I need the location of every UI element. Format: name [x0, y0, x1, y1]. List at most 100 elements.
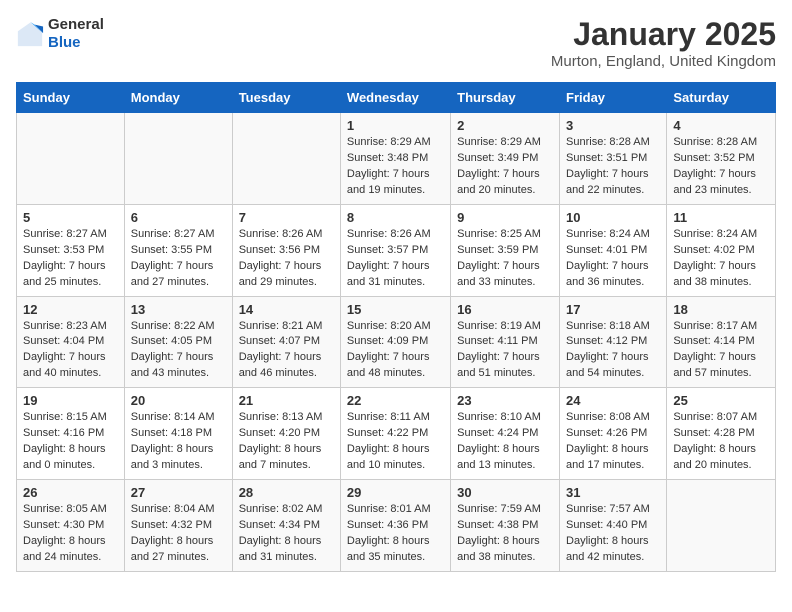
day-cell: 28 Sunrise: 8:02 AM Sunset: 4:34 PM Dayli… — [232, 480, 340, 572]
day-cell — [124, 113, 232, 205]
day-content: Sunrise: 8:14 AM Sunset: 4:18 PM Dayligh… — [131, 410, 226, 474]
day-cell: 24 Sunrise: 8:08 AM Sunset: 4:26 PM Dayli… — [560, 388, 667, 480]
day-cell: 11Sunrise: 8:24 AM Sunset: 4:02 PM Dayli… — [667, 204, 776, 296]
header-row: SundayMondayTuesdayWednesdayThursdayFrid… — [17, 83, 776, 113]
day-number: 18 — [673, 302, 769, 317]
header-friday: Friday — [560, 83, 667, 113]
day-cell: 30Sunrise: 7:59 AM Sunset: 4:38 PM Dayli… — [451, 480, 560, 572]
day-cell: 29Sunrise: 8:01 AM Sunset: 4:36 PM Dayli… — [340, 480, 450, 572]
day-cell: 14 Sunrise: 8:21 AM Sunset: 4:07 PM Dayli… — [232, 296, 340, 388]
day-number: 29 — [347, 485, 444, 500]
day-number: 4 — [673, 118, 769, 133]
day-number: 24 — [566, 393, 660, 408]
day-cell: 9 Sunrise: 8:25 AM Sunset: 3:59 PM Daylig… — [451, 204, 560, 296]
day-number: 22 — [347, 393, 444, 408]
calendar-header: SundayMondayTuesdayWednesdayThursdayFrid… — [17, 83, 776, 113]
day-number: 2 — [457, 118, 553, 133]
logo-general: General — [48, 16, 104, 33]
day-content: Sunrise: 8:11 AM Sunset: 4:22 PM Dayligh… — [347, 410, 444, 474]
day-content: Sunrise: 8:18 AM Sunset: 4:12 PM Dayligh… — [566, 319, 660, 383]
header-wednesday: Wednesday — [340, 83, 450, 113]
day-number: 28 — [239, 485, 334, 500]
day-content: Sunrise: 8:27 AM Sunset: 3:55 PM Dayligh… — [131, 227, 226, 291]
day-content: Sunrise: 8:17 AM Sunset: 4:14 PM Dayligh… — [673, 319, 769, 383]
day-number: 27 — [131, 485, 226, 500]
day-content: Sunrise: 8:20 AM Sunset: 4:09 PM Dayligh… — [347, 319, 444, 383]
location-subtitle: Murton, England, United Kingdom — [551, 53, 776, 70]
header-monday: Monday — [124, 83, 232, 113]
header-tuesday: Tuesday — [232, 83, 340, 113]
day-content: Sunrise: 8:28 AM Sunset: 3:51 PM Dayligh… — [566, 135, 660, 199]
day-content: Sunrise: 8:08 AM Sunset: 4:26 PM Dayligh… — [566, 410, 660, 474]
day-cell — [232, 113, 340, 205]
day-content: Sunrise: 8:15 AM Sunset: 4:16 PM Dayligh… — [23, 410, 118, 474]
day-content: Sunrise: 8:25 AM Sunset: 3:59 PM Dayligh… — [457, 227, 553, 291]
day-cell: 6 Sunrise: 8:27 AM Sunset: 3:55 PM Daylig… — [124, 204, 232, 296]
day-content: Sunrise: 8:26 AM Sunset: 3:56 PM Dayligh… — [239, 227, 334, 291]
day-number: 21 — [239, 393, 334, 408]
day-cell: 12 Sunrise: 8:23 AM Sunset: 4:04 PM Dayli… — [17, 296, 125, 388]
day-cell: 7Sunrise: 8:26 AM Sunset: 3:56 PM Daylig… — [232, 204, 340, 296]
day-cell: 21Sunrise: 8:13 AM Sunset: 4:20 PM Dayli… — [232, 388, 340, 480]
header-saturday: Saturday — [667, 83, 776, 113]
day-content: Sunrise: 8:29 AM Sunset: 3:48 PM Dayligh… — [347, 135, 444, 199]
day-cell: 5 Sunrise: 8:27 AM Sunset: 3:53 PM Daylig… — [17, 204, 125, 296]
day-number: 14 — [239, 302, 334, 317]
day-cell: 25 Sunrise: 8:07 AM Sunset: 4:28 PM Dayli… — [667, 388, 776, 480]
day-content: Sunrise: 8:07 AM Sunset: 4:28 PM Dayligh… — [673, 410, 769, 474]
day-number: 15 — [347, 302, 444, 317]
header-thursday: Thursday — [451, 83, 560, 113]
day-content: Sunrise: 8:28 AM Sunset: 3:52 PM Dayligh… — [673, 135, 769, 199]
day-cell: 8 Sunrise: 8:26 AM Sunset: 3:57 PM Daylig… — [340, 204, 450, 296]
title-block: January 2025 Murton, England, United Kin… — [551, 16, 776, 70]
day-content: Sunrise: 8:27 AM Sunset: 3:53 PM Dayligh… — [23, 227, 118, 291]
day-cell: 26 Sunrise: 8:05 AM Sunset: 4:30 PM Dayli… — [17, 480, 125, 572]
day-content: Sunrise: 8:26 AM Sunset: 3:57 PM Dayligh… — [347, 227, 444, 291]
month-year-title: January 2025 — [551, 16, 776, 53]
day-content: Sunrise: 8:29 AM Sunset: 3:49 PM Dayligh… — [457, 135, 553, 199]
logo: General Blue — [16, 16, 104, 52]
day-cell: 19 Sunrise: 8:15 AM Sunset: 4:16 PM Dayli… — [17, 388, 125, 480]
day-content: Sunrise: 7:57 AM Sunset: 4:40 PM Dayligh… — [566, 502, 660, 566]
day-content: Sunrise: 8:22 AM Sunset: 4:05 PM Dayligh… — [131, 319, 226, 383]
day-number: 26 — [23, 485, 118, 500]
header-sunday: Sunday — [17, 83, 125, 113]
day-cell: 20Sunrise: 8:14 AM Sunset: 4:18 PM Dayli… — [124, 388, 232, 480]
day-number: 23 — [457, 393, 553, 408]
week-row-4: 19 Sunrise: 8:15 AM Sunset: 4:16 PM Dayli… — [17, 388, 776, 480]
day-number: 16 — [457, 302, 553, 317]
day-number: 6 — [131, 210, 226, 225]
day-cell: 17 Sunrise: 8:18 AM Sunset: 4:12 PM Dayli… — [560, 296, 667, 388]
day-number: 8 — [347, 210, 444, 225]
day-number: 13 — [131, 302, 226, 317]
day-cell: 22 Sunrise: 8:11 AM Sunset: 4:22 PM Dayli… — [340, 388, 450, 480]
day-number: 17 — [566, 302, 660, 317]
day-content: Sunrise: 8:19 AM Sunset: 4:11 PM Dayligh… — [457, 319, 553, 383]
week-row-1: 1 Sunrise: 8:29 AM Sunset: 3:48 PM Daylig… — [17, 113, 776, 205]
day-content: Sunrise: 8:23 AM Sunset: 4:04 PM Dayligh… — [23, 319, 118, 383]
day-cell: 13 Sunrise: 8:22 AM Sunset: 4:05 PM Dayli… — [124, 296, 232, 388]
day-cell: 3Sunrise: 8:28 AM Sunset: 3:51 PM Daylig… — [560, 113, 667, 205]
day-number: 1 — [347, 118, 444, 133]
day-content: Sunrise: 8:21 AM Sunset: 4:07 PM Dayligh… — [239, 319, 334, 383]
day-number: 19 — [23, 393, 118, 408]
calendar-body: 1 Sunrise: 8:29 AM Sunset: 3:48 PM Daylig… — [17, 113, 776, 572]
week-row-2: 5 Sunrise: 8:27 AM Sunset: 3:53 PM Daylig… — [17, 204, 776, 296]
day-content: Sunrise: 8:02 AM Sunset: 4:34 PM Dayligh… — [239, 502, 334, 566]
day-content: Sunrise: 8:05 AM Sunset: 4:30 PM Dayligh… — [23, 502, 118, 566]
day-number: 12 — [23, 302, 118, 317]
day-content: Sunrise: 8:24 AM Sunset: 4:02 PM Dayligh… — [673, 227, 769, 291]
calendar-table: SundayMondayTuesdayWednesdayThursdayFrid… — [16, 82, 776, 572]
logo-blue: Blue — [48, 34, 81, 51]
day-cell: 27Sunrise: 8:04 AM Sunset: 4:32 PM Dayli… — [124, 480, 232, 572]
day-content: Sunrise: 8:24 AM Sunset: 4:01 PM Dayligh… — [566, 227, 660, 291]
day-cell — [667, 480, 776, 572]
day-cell: 15 Sunrise: 8:20 AM Sunset: 4:09 PM Dayli… — [340, 296, 450, 388]
day-cell: 16 Sunrise: 8:19 AM Sunset: 4:11 PM Dayli… — [451, 296, 560, 388]
day-number: 25 — [673, 393, 769, 408]
day-number: 9 — [457, 210, 553, 225]
day-number: 5 — [23, 210, 118, 225]
week-row-5: 26 Sunrise: 8:05 AM Sunset: 4:30 PM Dayli… — [17, 480, 776, 572]
week-row-3: 12 Sunrise: 8:23 AM Sunset: 4:04 PM Dayli… — [17, 296, 776, 388]
logo-text: General Blue — [48, 16, 104, 52]
